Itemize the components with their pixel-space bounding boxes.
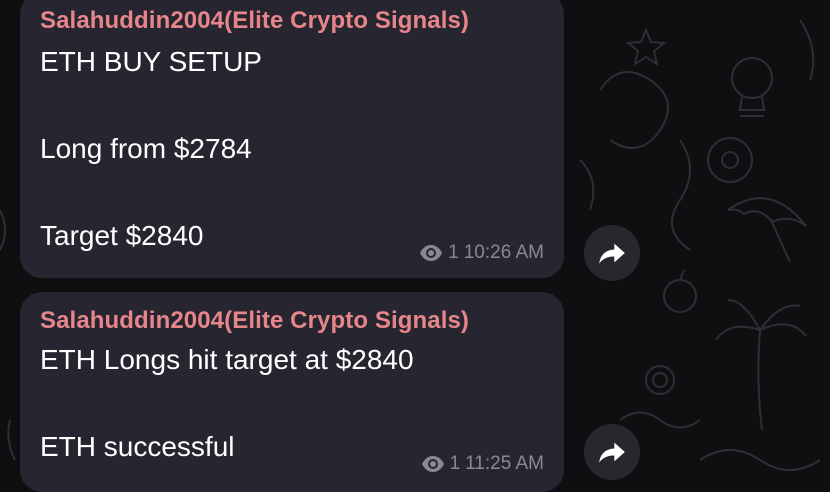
sender-name[interactable]: Salahuddin2004(Elite Crypto Signals) [40,6,544,36]
forward-button[interactable] [584,225,640,281]
forward-arrow-icon [599,442,625,463]
lightbulb-doodle [731,57,773,117]
message-meta: 1 11:25 AM [421,452,544,476]
shell-doodle [645,365,675,395]
message-meta: 1 10:26 AM [419,241,544,265]
forward-button[interactable] [584,424,640,480]
message-text: ETH Longs hit target at $2840 ETH succes… [40,344,414,462]
eye-icon [420,245,443,261]
forward-arrow-icon [599,243,625,264]
sender-name[interactable]: Salahuddin2004(Elite Crypto Signals) [40,306,544,336]
message-bubble[interactable]: Salahuddin2004(Elite Crypto Signals) ETH… [20,0,564,278]
star-doodle [625,27,667,67]
message-time: 10:26 AM [463,242,544,263]
view-count: 1 [449,453,461,474]
palm-doodle [715,299,807,431]
message-text: ETH BUY SETUP Long from $2784 Target $28… [40,46,262,251]
ball-doodle [707,137,753,183]
apple-doodle [663,269,697,313]
umbrella-doodle [727,197,807,263]
eye-icon [421,456,444,472]
view-count: 1 [448,242,459,263]
message-bubble[interactable]: Salahuddin2004(Elite Crypto Signals) ETH… [20,292,564,492]
message-time: 11:25 AM [465,453,544,474]
